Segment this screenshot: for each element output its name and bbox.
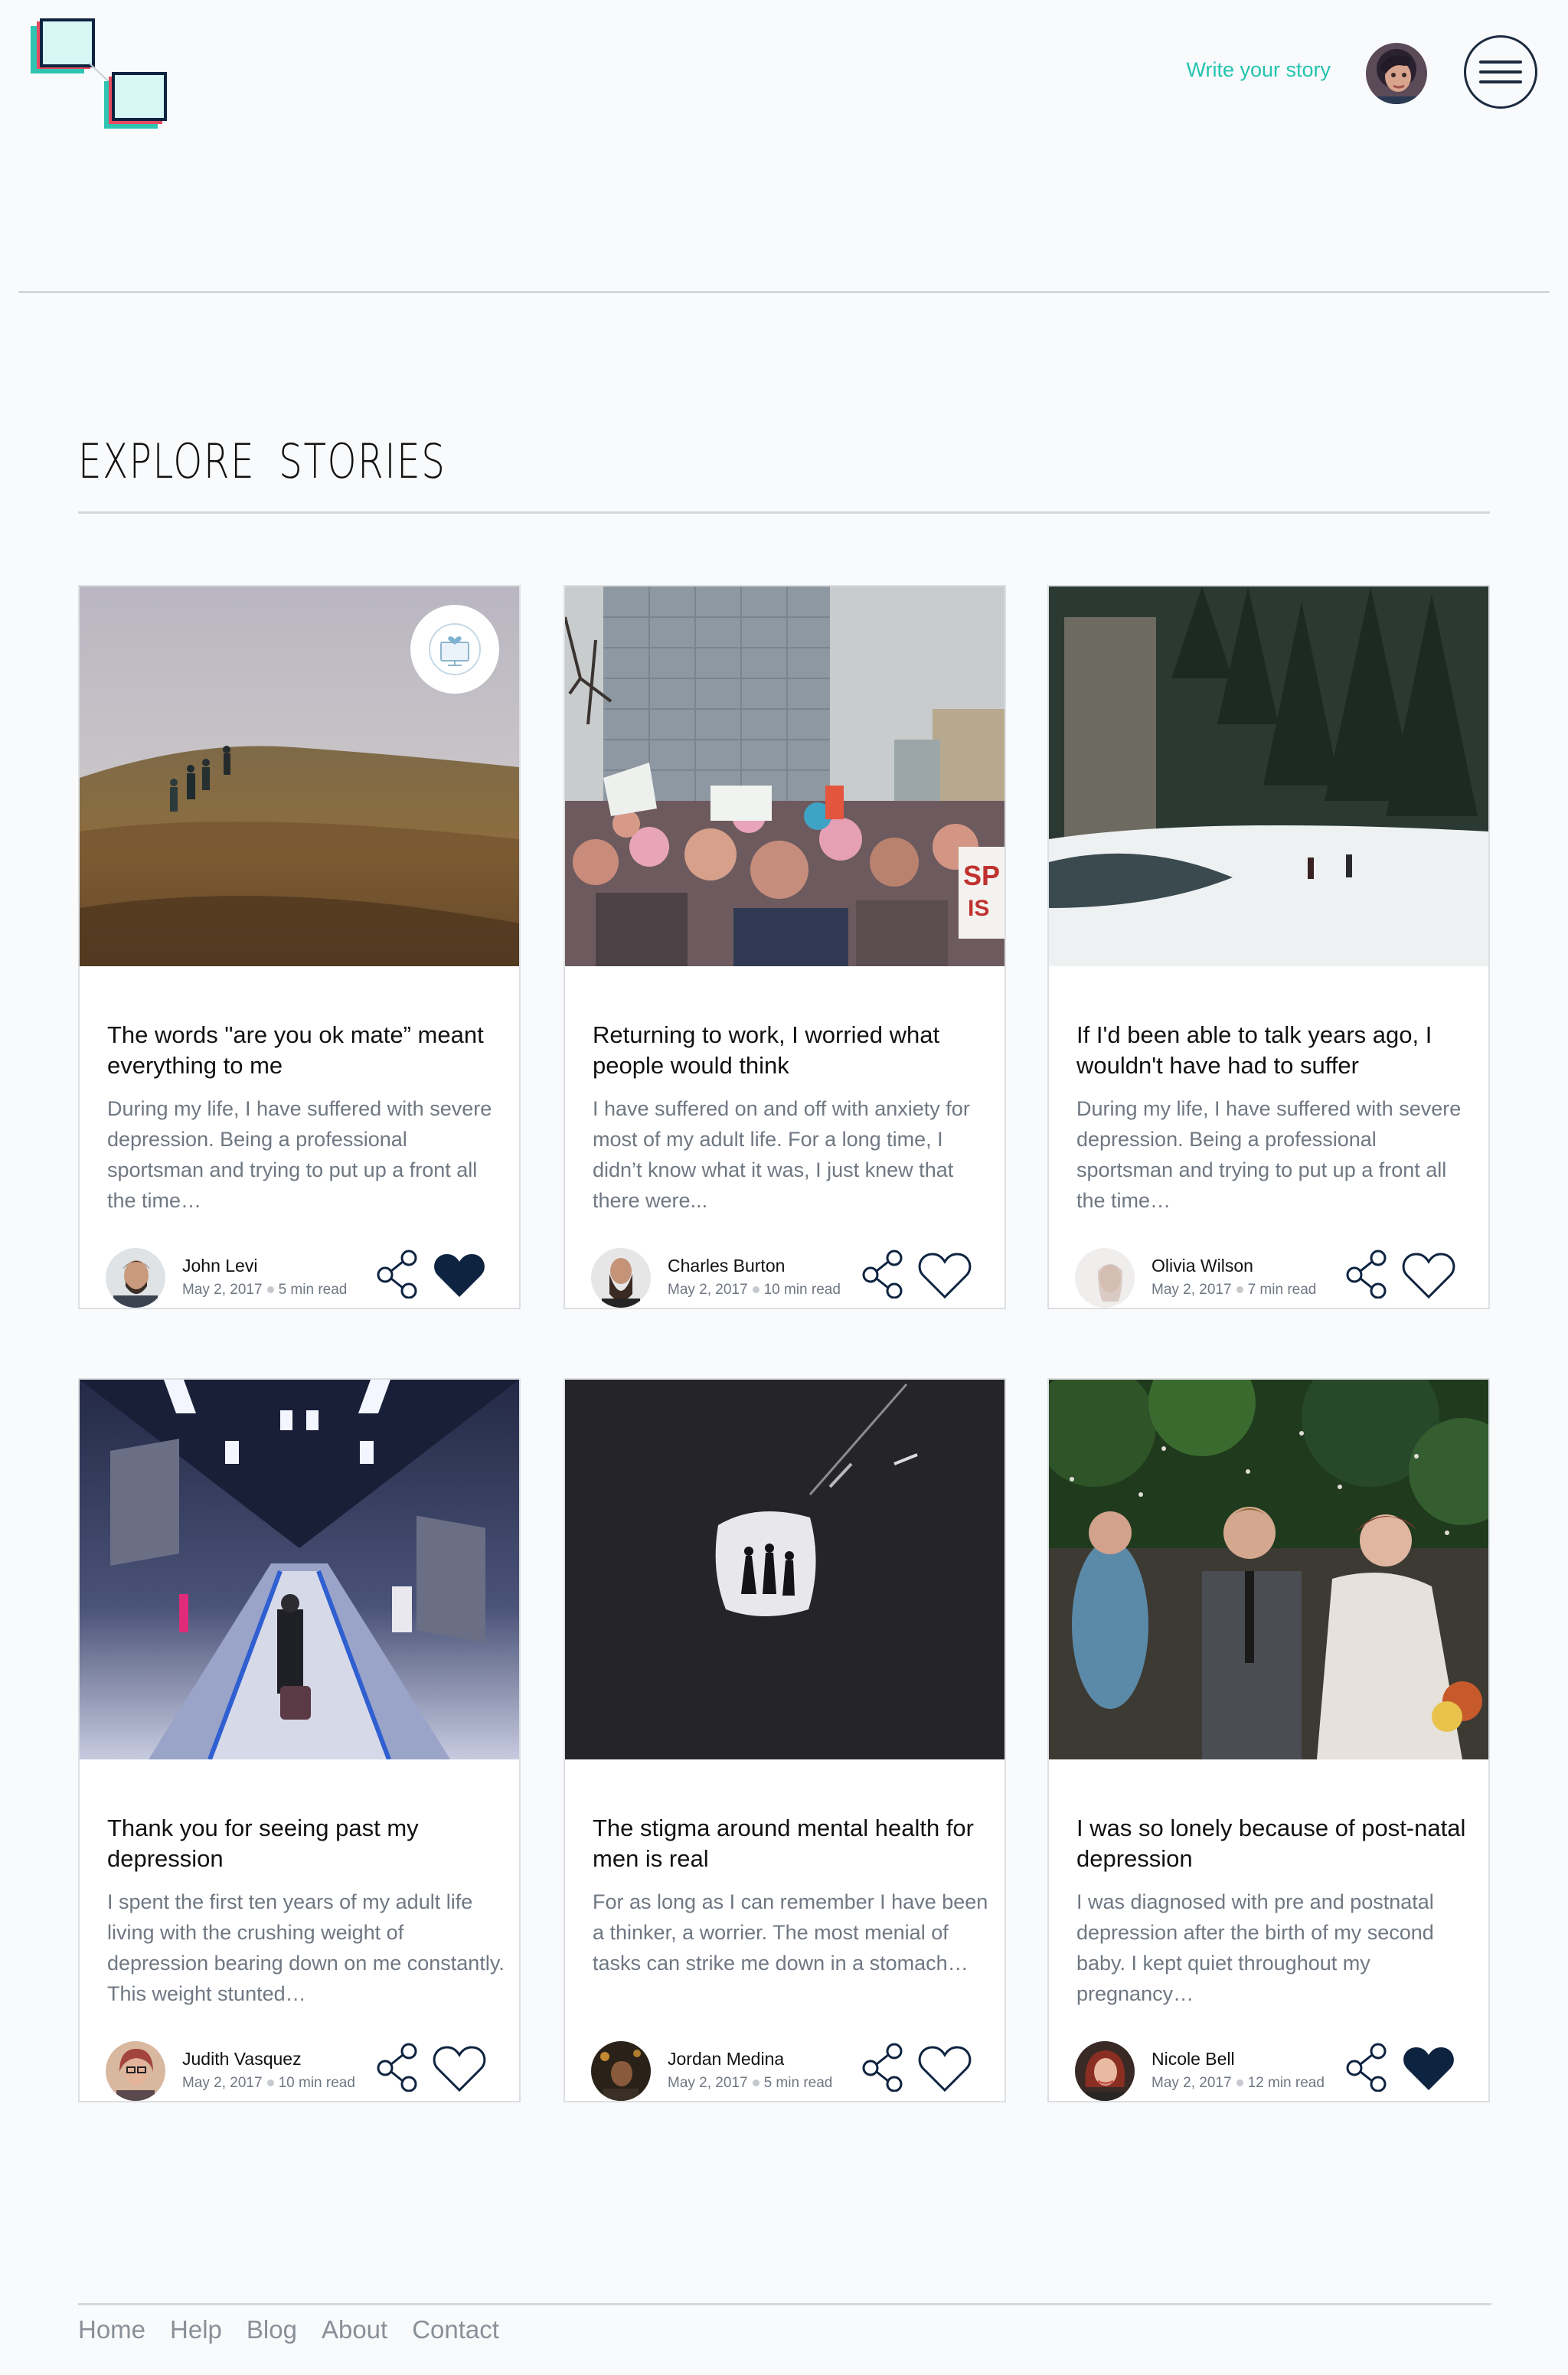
- story-image-escalator[interactable]: [80, 1380, 519, 1759]
- read-time: 5 min read: [278, 1282, 348, 1298]
- site-header: Write your story: [0, 0, 1568, 294]
- heart-icon-filled[interactable]: [432, 1251, 487, 1300]
- story-title[interactable]: If I'd been able to talk years ago, I wo…: [1076, 1020, 1467, 1081]
- story-excerpt: During my life, I have suffered with sev…: [107, 1097, 492, 1212]
- story-card[interactable]: Thank you for seeing past my depression …: [78, 1378, 521, 2102]
- story-date: May 2, 2017: [1152, 2075, 1232, 2091]
- story-card[interactable]: The stigma around mental health for men …: [564, 1378, 1006, 2102]
- author-name[interactable]: Jordan Medina: [668, 2049, 784, 2070]
- story-excerpt: I spent the first ten years of my adult …: [107, 1890, 505, 2005]
- story-date: May 2, 2017: [182, 1282, 263, 1298]
- heart-icon-filled[interactable]: [1401, 2044, 1456, 2093]
- story-title[interactable]: Returning to work, I worried what people…: [593, 1020, 983, 1081]
- meta-separator-dot: [266, 2079, 274, 2087]
- read-time: 12 min read: [1247, 2075, 1325, 2091]
- author-name[interactable]: John Levi: [182, 1256, 257, 1276]
- hamburger-menu-button[interactable]: [1464, 35, 1537, 109]
- section-divider: [78, 511, 1490, 514]
- story-author: Judith Vasquez May 2, 2017 10 min read: [106, 2041, 496, 2102]
- footer-link-help[interactable]: Help: [170, 2315, 222, 2344]
- header-divider: [18, 291, 1550, 293]
- footer-link-about[interactable]: About: [322, 2315, 387, 2344]
- story-meta: May 2, 2017 10 min read: [182, 2075, 355, 2092]
- meta-separator-dot: [752, 1286, 760, 1294]
- author-avatar[interactable]: [106, 2041, 165, 2101]
- footer-link-blog[interactable]: Blog: [247, 2315, 297, 2344]
- story-author: Nicole Bell May 2, 2017 12 min read: [1075, 2041, 1465, 2102]
- story-meta: May 2, 2017 7 min read: [1152, 1282, 1316, 1299]
- svg-text:IS: IS: [968, 896, 989, 921]
- story-card[interactable]: The words "are you ok mate” meant everyt…: [78, 585, 521, 1309]
- hamburger-menu-icon: [1479, 60, 1522, 83]
- story-image-snowy-forest[interactable]: [1049, 586, 1488, 966]
- share-icon[interactable]: [375, 2043, 421, 2092]
- story-author: Jordan Medina May 2, 2017 5 min read: [591, 2041, 982, 2102]
- story-image-wedding[interactable]: [1049, 1380, 1488, 1759]
- story-title[interactable]: Thank you for seeing past my depression: [107, 1813, 498, 1874]
- story-meta: May 2, 2017 10 min read: [668, 1282, 841, 1299]
- story-excerpt: I was diagnosed with pre and postnatal d…: [1076, 1890, 1434, 2005]
- author-name[interactable]: Judith Vasquez: [182, 2049, 302, 2070]
- footer-link-contact[interactable]: Contact: [412, 2315, 499, 2344]
- read-time: 10 min read: [763, 1282, 841, 1298]
- author-name[interactable]: Charles Burton: [668, 1256, 785, 1276]
- story-image-march[interactable]: SP IS: [565, 586, 1004, 966]
- read-time: 7 min read: [1247, 1282, 1317, 1298]
- author-avatar[interactable]: [1075, 2041, 1135, 2101]
- story-title[interactable]: The stigma around mental health for men …: [593, 1813, 983, 1874]
- story-card[interactable]: I was so lonely because of post-natal de…: [1047, 1378, 1490, 2102]
- heart-icon[interactable]: [917, 2044, 972, 2093]
- write-story-link[interactable]: Write your story: [1186, 58, 1331, 82]
- footer-nav: Home Help Blog About Contact: [78, 2315, 524, 2344]
- story-title[interactable]: The words "are you ok mate” meant everyt…: [107, 1020, 498, 1081]
- footer-divider: [78, 2303, 1491, 2305]
- story-card[interactable]: SP IS Returning to work, I worried what …: [564, 585, 1006, 1309]
- story-image-dark-tunnel[interactable]: [565, 1380, 1004, 1759]
- story-author: Charles Burton May 2, 2017 10 min read: [591, 1248, 982, 1309]
- heart-icon[interactable]: [917, 1251, 972, 1300]
- meta-separator-dot: [1236, 1286, 1243, 1294]
- footer-link-home[interactable]: Home: [78, 2315, 145, 2344]
- story-meta: May 2, 2017 5 min read: [668, 2075, 832, 2092]
- meta-separator-dot: [752, 2079, 760, 2087]
- heart-icon[interactable]: [432, 2044, 487, 2093]
- read-time: 5 min read: [763, 2075, 833, 2091]
- story-date: May 2, 2017: [182, 2075, 263, 2091]
- author-name[interactable]: Nicole Bell: [1152, 2049, 1235, 2070]
- author-avatar[interactable]: [106, 1248, 165, 1308]
- story-title[interactable]: I was so lonely because of post-natal de…: [1076, 1813, 1467, 1874]
- story-excerpt: For as long as I can remember I have bee…: [593, 1890, 988, 1975]
- share-icon[interactable]: [375, 1250, 421, 1299]
- user-avatar[interactable]: [1366, 43, 1427, 104]
- author-avatar[interactable]: [1075, 1248, 1135, 1308]
- story-date: May 2, 2017: [668, 1282, 748, 1298]
- computer-heart-badge: [410, 605, 499, 694]
- share-icon[interactable]: [1344, 1250, 1390, 1299]
- story-image-hikers[interactable]: [80, 586, 519, 966]
- svg-text:SP: SP: [963, 860, 1000, 891]
- story-excerpt: I have suffered on and off with anxiety …: [593, 1097, 970, 1212]
- story-date: May 2, 2017: [668, 2075, 748, 2091]
- story-author: John Levi May 2, 2017 5 min read: [106, 1248, 496, 1309]
- meta-separator-dot: [266, 1286, 274, 1294]
- read-time: 10 min read: [278, 2075, 355, 2091]
- meta-separator-dot: [1236, 2079, 1243, 2087]
- story-author: Olivia Wilson May 2, 2017 7 min read: [1075, 1248, 1465, 1309]
- share-icon[interactable]: [1344, 2043, 1390, 2092]
- share-icon[interactable]: [861, 2043, 906, 2092]
- logo-icon[interactable]: [28, 18, 170, 130]
- author-name[interactable]: Olivia Wilson: [1152, 1256, 1253, 1276]
- story-meta: May 2, 2017 5 min read: [182, 1282, 347, 1299]
- heart-icon[interactable]: [1401, 1251, 1456, 1300]
- story-meta: May 2, 2017 12 min read: [1152, 2075, 1325, 2092]
- story-date: May 2, 2017: [1152, 1282, 1232, 1298]
- story-card[interactable]: If I'd been able to talk years ago, I wo…: [1047, 585, 1490, 1309]
- section-title: EXPLORE STORIES: [78, 433, 446, 489]
- story-excerpt: During my life, I have suffered with sev…: [1076, 1097, 1462, 1212]
- author-avatar[interactable]: [591, 2041, 651, 2101]
- author-avatar[interactable]: [591, 1248, 651, 1308]
- share-icon[interactable]: [861, 1250, 906, 1299]
